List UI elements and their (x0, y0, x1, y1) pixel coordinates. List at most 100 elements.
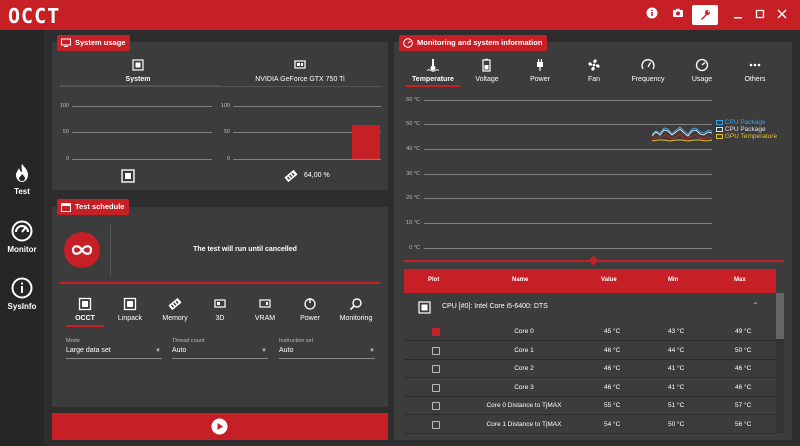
monitor-icon (61, 38, 71, 47)
wrench-icon[interactable] (692, 5, 718, 25)
tab-memory[interactable]: Memory (158, 297, 192, 322)
tab-divider (60, 86, 382, 87)
system-usage-title: System usage (57, 35, 131, 51)
table-scrollbar[interactable] (776, 293, 784, 433)
thread-count-label: Thread count (172, 338, 205, 344)
chevron-up-icon[interactable]: ⌃ (752, 301, 759, 310)
fan-icon (588, 59, 600, 71)
tab-occt[interactable]: OCCT (68, 297, 102, 322)
plot-checkbox[interactable] (432, 420, 440, 429)
nav-monitor-label: Monitor (7, 245, 37, 254)
cell-min: 43 °C (668, 328, 685, 335)
nav-sysinfo[interactable]: SysInfo (0, 277, 44, 311)
chevron-down-icon[interactable]: ▼ (155, 348, 161, 354)
tab-voltage[interactable]: Voltage (466, 58, 508, 83)
nav-monitor[interactable]: Monitor (0, 220, 44, 254)
mode-select[interactable]: Large data set (66, 347, 111, 354)
plot-checkbox[interactable] (432, 402, 440, 410)
play-icon (211, 418, 228, 435)
cell-max: 57 °C (735, 402, 752, 409)
side-navigation: Test Monitor SysInfo (0, 30, 44, 446)
nav-test-label: Test (14, 187, 30, 196)
table-row[interactable]: Core 3 46 °C 41 °C 46 °C (404, 379, 776, 397)
mode-underline (66, 358, 162, 359)
plug-icon (537, 59, 543, 71)
tab-temperature[interactable]: Temperature (406, 58, 460, 83)
search-icon (349, 298, 362, 311)
tab-monitoring[interactable]: Monitoring (334, 297, 378, 322)
close-icon[interactable] (774, 7, 790, 23)
thread-count-select[interactable]: Auto (172, 347, 186, 354)
tab-others[interactable]: Others (734, 58, 776, 83)
more-icon (749, 63, 761, 67)
tab-system[interactable]: System (110, 58, 166, 83)
sensor-table-header: Plot Name Value Min Max (404, 269, 776, 293)
cell-value: 46 °C (604, 365, 621, 372)
cell-value: 46 °C (604, 346, 621, 354)
tab-fan[interactable]: Fan (576, 58, 612, 83)
cell-min: 51 °C (668, 402, 685, 409)
axis-label: 0 (226, 156, 230, 162)
start-test-button[interactable] (52, 413, 388, 440)
table-row[interactable]: Core 1 46 °C 44 °C 50 °C (404, 342, 776, 360)
chevron-down-icon[interactable]: ▼ (369, 348, 375, 354)
cell-min: 41 °C (668, 383, 685, 391)
plot-checkbox[interactable] (432, 346, 440, 355)
table-row[interactable]: Core 0 Distance to TjMAX 55 °C 51 °C 57 °C (404, 397, 776, 415)
tab-linpack[interactable]: Linpack (113, 297, 147, 322)
chevron-down-icon[interactable]: ▼ (261, 348, 267, 354)
nav-test[interactable]: Test (0, 162, 44, 196)
grid-line (233, 159, 381, 160)
tab-usage[interactable]: Usage (682, 58, 722, 83)
cell-max: 46 °C (735, 383, 752, 391)
schedule-separator (60, 282, 380, 284)
gpu-usage-bar (352, 125, 380, 159)
memory-icon (168, 297, 182, 311)
plot-checkbox[interactable] (432, 383, 440, 392)
col-plot: Plot (428, 277, 440, 283)
tab-vram[interactable]: VRAM (248, 297, 282, 322)
gauge-icon (11, 220, 33, 242)
gauge-icon (695, 58, 709, 72)
col-name: Name (512, 277, 529, 283)
instruction-set-label: Instruction set (279, 338, 314, 344)
grid-line (72, 106, 212, 107)
gpu-icon (259, 299, 271, 308)
tab-power-monitor[interactable]: Power (520, 58, 560, 83)
cell-max: 46 °C (735, 365, 752, 372)
tab-power[interactable]: Power (293, 297, 327, 322)
cell-value: 54 °C (604, 420, 621, 428)
tab-frequency[interactable]: Frequency (624, 58, 672, 83)
axis-label: 0 °C (409, 245, 420, 251)
table-row[interactable]: Core 0 45 °C 43 °C 49 °C (404, 323, 776, 341)
cell-value: 45 °C (604, 328, 621, 335)
axis-label: 30 °C (406, 171, 420, 177)
scrollbar-thumb[interactable] (776, 293, 784, 339)
sensor-group-row[interactable]: CPU [#0]: Intel Core i5-6400: DTS ⌃ (404, 293, 776, 323)
axis-label: 40 °C (406, 146, 420, 152)
camera-icon[interactable] (670, 7, 686, 23)
tab-gpu[interactable]: NVIDIA GeForce GTX 750 Ti (230, 58, 370, 83)
axis-label: 100 (59, 103, 69, 109)
info-icon[interactable] (644, 7, 660, 23)
cpu-icon (121, 169, 135, 183)
grid-line (233, 106, 381, 107)
minimize-icon[interactable] (730, 7, 746, 23)
table-row[interactable]: Core 1 Distance to TjMAX 54 °C 50 °C 56 °C (404, 416, 776, 434)
plot-checkbox[interactable] (432, 365, 440, 373)
table-row[interactable]: Core 2 46 °C 41 °C 46 °C (404, 360, 776, 378)
infinite-schedule-icon (64, 232, 100, 268)
plot-checkbox[interactable] (432, 328, 440, 336)
instruction-set-underline (279, 358, 375, 359)
monitoring-title: Monitoring and system information (399, 35, 548, 51)
gpu-usage-value: 64,00 % (304, 172, 330, 179)
cpu-icon (123, 297, 137, 311)
cell-min: 44 °C (668, 346, 685, 354)
col-max: Max (734, 277, 746, 283)
cell-min: 41 °C (668, 365, 685, 372)
cell-max: 49 °C (735, 328, 752, 335)
instruction-set-select[interactable]: Auto (279, 347, 293, 354)
power-cycle-icon (304, 298, 316, 310)
tab-3d[interactable]: 3D (203, 297, 237, 322)
maximize-icon[interactable] (752, 7, 768, 23)
